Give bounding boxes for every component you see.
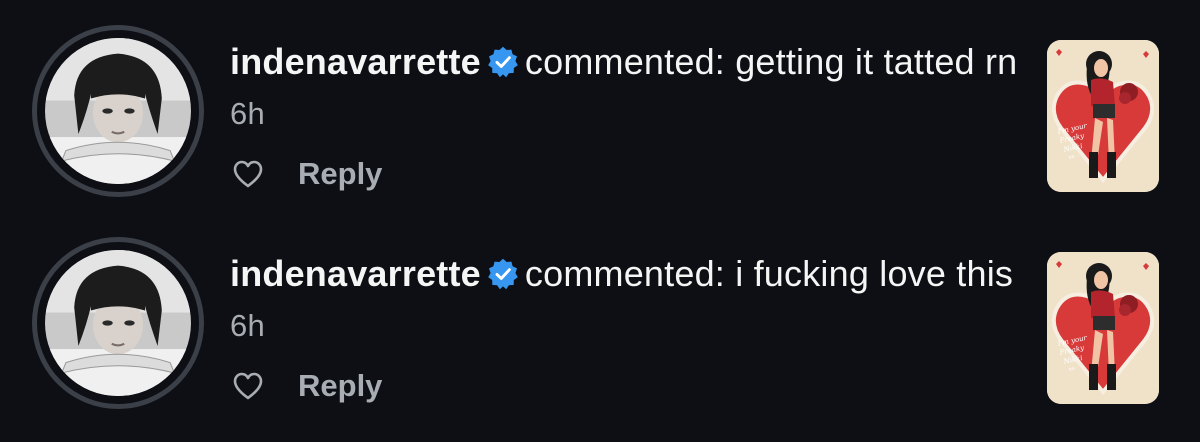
avatar-photo	[45, 250, 191, 396]
comment-notification[interactable]: indenavarrette commented: i fucking love…	[0, 212, 1200, 433]
avatar	[45, 250, 191, 396]
timestamp: 6h	[230, 308, 265, 343]
avatar-story-ring[interactable]	[32, 25, 204, 197]
comment-actions: Reply	[232, 364, 382, 408]
reply-button[interactable]: Reply	[298, 368, 382, 404]
reply-button[interactable]: Reply	[298, 156, 382, 192]
avatar-story-ring[interactable]	[32, 237, 204, 409]
comment-body: commented: getting it tatted rn	[524, 41, 1018, 82]
comment-text: indenavarrette commented: getting it tat…	[230, 37, 1030, 139]
avatar-photo	[45, 38, 191, 184]
username-link[interactable]: indenavarrette	[230, 253, 481, 294]
heart-outline-icon[interactable]	[232, 158, 264, 190]
verified-badge-icon	[488, 46, 518, 78]
timestamp: 6h	[230, 96, 265, 131]
post-thumbnail-image: I'm your Freaky Nikki xo	[1047, 40, 1159, 192]
post-thumbnail[interactable]: I'm your Freaky Nikki xo	[1047, 252, 1159, 404]
heart-outline-icon[interactable]	[232, 370, 264, 402]
username-link[interactable]: indenavarrette	[230, 41, 481, 82]
svg-text:xo: xo	[1068, 366, 1075, 373]
comment-body: commented: i fucking love this	[524, 253, 1014, 294]
comment-actions: Reply	[232, 152, 382, 196]
svg-text:xo: xo	[1068, 154, 1075, 161]
avatar	[45, 38, 191, 184]
comment-notification[interactable]: indenavarrette commented: getting it tat…	[0, 0, 1200, 221]
post-thumbnail[interactable]: I'm your Freaky Nikki xo	[1047, 40, 1159, 192]
comment-text: indenavarrette commented: i fucking love…	[230, 249, 1030, 351]
verified-badge-icon	[488, 258, 518, 290]
post-thumbnail-image: I'm your Freaky Nikki xo	[1047, 252, 1159, 404]
